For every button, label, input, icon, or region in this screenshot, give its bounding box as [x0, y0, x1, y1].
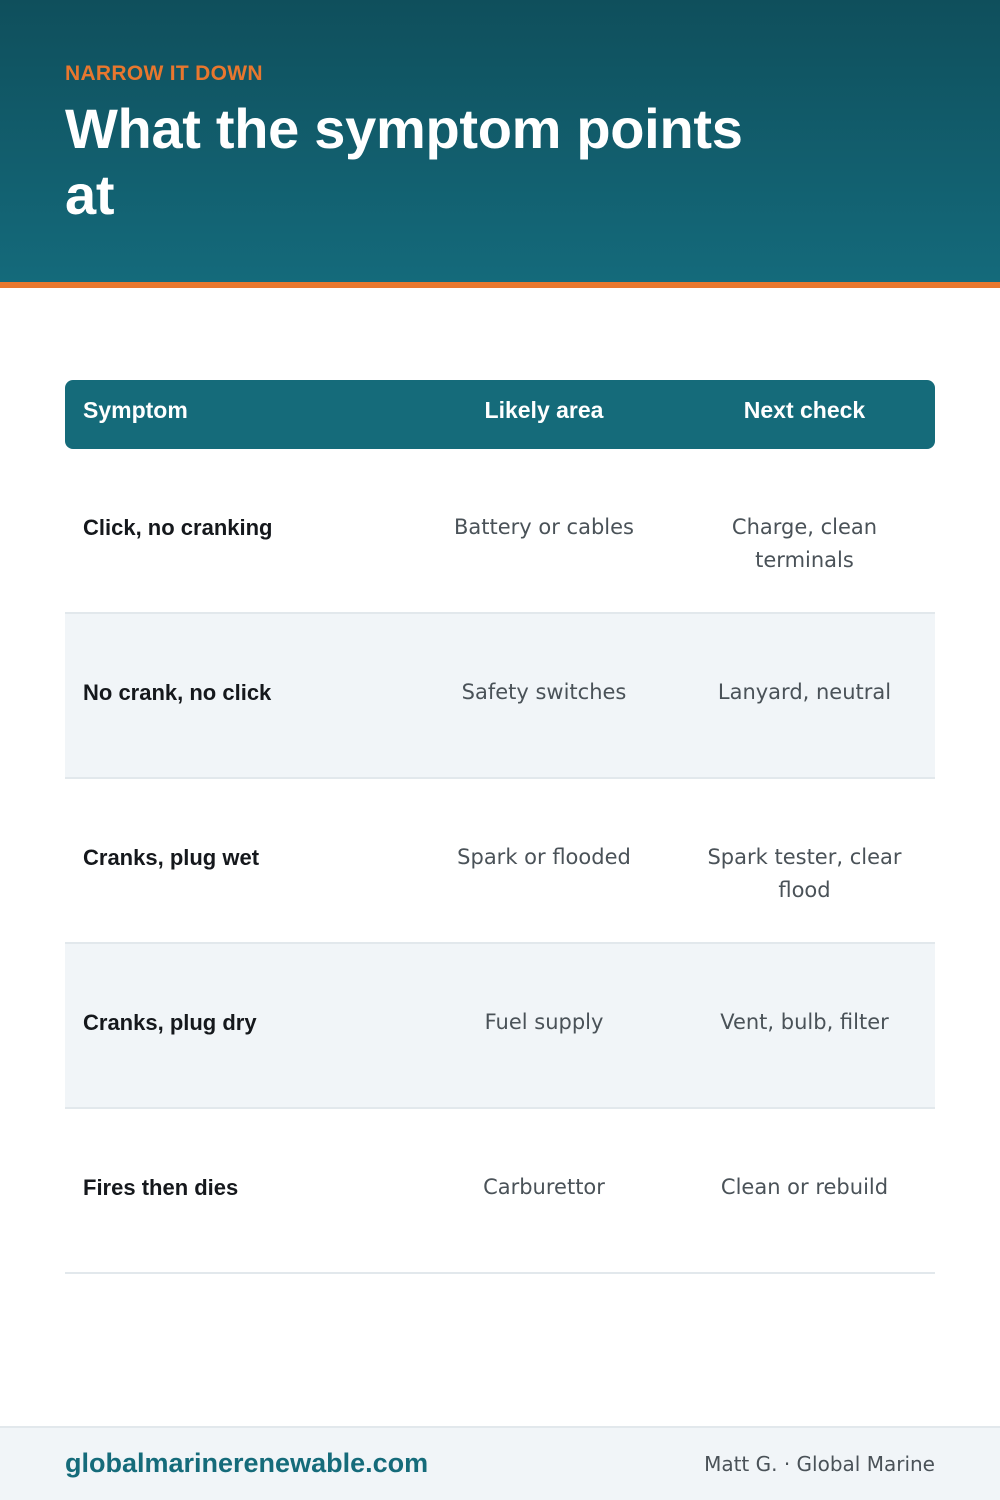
- next-check-cell: Clean or rebuild: [720, 1175, 889, 1199]
- footer: globalmarinerenewable.com Matt G. · Glob…: [0, 1426, 1000, 1500]
- likely-area-cell: Spark or flooded: [457, 845, 631, 869]
- symptom-cell: No crank, no click: [83, 680, 272, 705]
- symptom-cell: Fires then dies: [83, 1175, 239, 1200]
- likely-area-cell: Safety switches: [461, 680, 627, 704]
- symptom-table: Symptom Likely area Next check Click, no…: [65, 380, 935, 1274]
- footer-credit: Matt G. · Global Marine: [704, 1452, 935, 1476]
- symptom-cell: Click, no cranking: [83, 515, 273, 540]
- likely-area-cell: Carburettor: [483, 1175, 605, 1199]
- table-header-row: Symptom Likely area Next check: [65, 380, 935, 449]
- column-header-likely-area: Likely area: [484, 397, 604, 423]
- header-accent-rule: [0, 282, 1000, 288]
- symptom-cell: Cranks, plug dry: [83, 1010, 257, 1035]
- page-title: What the symptom points at: [65, 97, 743, 226]
- next-check-cell: Spark tester, clear flood: [707, 845, 902, 902]
- next-check-cell: Vent, bulb, filter: [720, 1010, 889, 1034]
- table-row: Cranks, plug dry Fuel supply Vent, bulb,…: [65, 944, 935, 1109]
- symptom-cell: Cranks, plug wet: [83, 845, 260, 870]
- column-header-symptom: Symptom: [83, 397, 188, 423]
- column-header-next-check: Next check: [743, 397, 866, 423]
- next-check-cell: Lanyard, neutral: [717, 680, 892, 704]
- likely-area-cell: Battery or cables: [454, 515, 634, 539]
- eyebrow-label: NARROW IT DOWN: [65, 62, 263, 85]
- table-row: Fires then dies Carburettor Clean or reb…: [65, 1109, 935, 1274]
- header-banner: NARROW IT DOWN What the symptom points a…: [0, 0, 1000, 282]
- table-row: Click, no cranking Battery or cables Cha…: [65, 449, 935, 614]
- next-check-cell: Charge, clean terminals: [731, 515, 878, 572]
- table-row: Cranks, plug wet Spark or flooded Spark …: [65, 779, 935, 944]
- footer-website-link[interactable]: globalmarinerenewable.com: [65, 1448, 428, 1479]
- likely-area-cell: Fuel supply: [484, 1010, 604, 1034]
- table-body: Click, no cranking Battery or cables Cha…: [65, 449, 935, 1274]
- table-row: No crank, no click Safety switches Lanya…: [65, 614, 935, 779]
